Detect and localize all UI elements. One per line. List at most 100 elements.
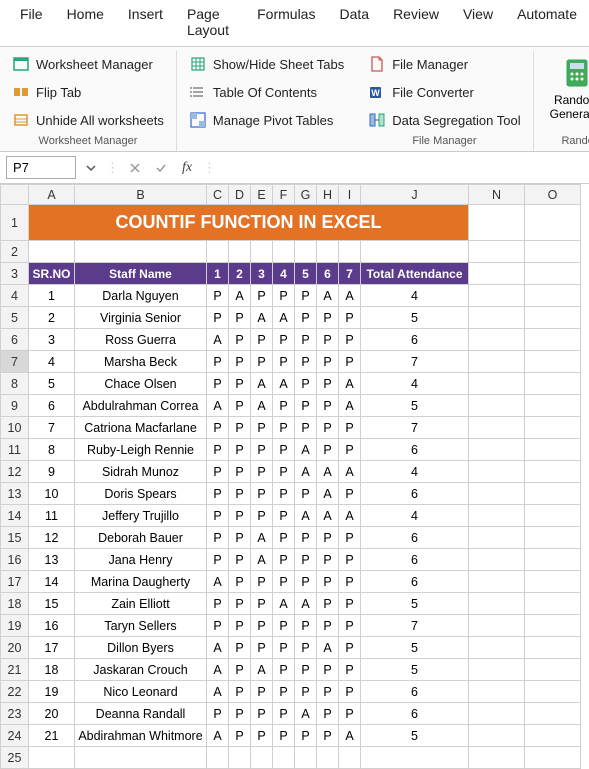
total-cell[interactable]: 4 xyxy=(361,505,469,527)
row-header-8[interactable]: 8 xyxy=(1,373,29,395)
cell[interactable] xyxy=(251,241,273,263)
attendance-cell[interactable]: P xyxy=(251,417,273,439)
srno-cell[interactable]: 20 xyxy=(29,703,75,725)
attendance-cell[interactable]: A xyxy=(207,681,229,703)
attendance-cell[interactable]: P xyxy=(251,681,273,703)
cell[interactable] xyxy=(525,285,581,307)
attendance-cell[interactable]: A xyxy=(207,637,229,659)
attendance-cell[interactable]: P xyxy=(317,373,339,395)
attendance-cell[interactable]: A xyxy=(273,593,295,615)
attendance-cell[interactable]: P xyxy=(317,725,339,747)
attendance-cell[interactable]: P xyxy=(207,527,229,549)
name-cell[interactable]: Marsha Beck xyxy=(75,351,207,373)
cell[interactable] xyxy=(525,439,581,461)
attendance-cell[interactable]: P xyxy=(317,439,339,461)
col-header-B[interactable]: B xyxy=(75,185,207,205)
cell[interactable] xyxy=(469,725,525,747)
cell[interactable] xyxy=(469,659,525,681)
attendance-cell[interactable]: P xyxy=(207,615,229,637)
row-header-12[interactable]: 12 xyxy=(1,461,29,483)
attendance-cell[interactable]: P xyxy=(229,725,251,747)
cell[interactable] xyxy=(469,395,525,417)
formula-input[interactable] xyxy=(222,157,583,178)
attendance-cell[interactable]: A xyxy=(273,307,295,329)
attendance-cell[interactable]: P xyxy=(207,373,229,395)
name-cell[interactable]: Abdulrahman Correa xyxy=(75,395,207,417)
manage-pivot-tables-button[interactable]: Manage Pivot Tables xyxy=(185,109,348,131)
cell[interactable] xyxy=(525,395,581,417)
srno-cell[interactable]: 8 xyxy=(29,439,75,461)
random-generator-button[interactable]: Random Generator xyxy=(542,53,589,131)
attendance-cell[interactable]: P xyxy=(273,725,295,747)
attendance-cell[interactable]: A xyxy=(251,395,273,417)
col-header-H[interactable]: H xyxy=(317,185,339,205)
srno-cell[interactable]: 14 xyxy=(29,571,75,593)
cell[interactable] xyxy=(469,527,525,549)
attendance-cell[interactable]: P xyxy=(295,549,317,571)
attendance-cell[interactable]: A xyxy=(251,549,273,571)
row-header-17[interactable]: 17 xyxy=(1,571,29,593)
menu-data[interactable]: Data xyxy=(327,2,381,42)
row-header-19[interactable]: 19 xyxy=(1,615,29,637)
total-cell[interactable]: 5 xyxy=(361,593,469,615)
attendance-cell[interactable]: A xyxy=(317,285,339,307)
cell[interactable] xyxy=(339,241,361,263)
attendance-cell[interactable]: P xyxy=(229,593,251,615)
header-total[interactable]: Total Attendance xyxy=(361,263,469,285)
attendance-cell[interactable]: P xyxy=(317,659,339,681)
attendance-cell[interactable]: A xyxy=(207,725,229,747)
attendance-cell[interactable]: P xyxy=(207,461,229,483)
attendance-cell[interactable]: P xyxy=(339,615,361,637)
attendance-cell[interactable]: P xyxy=(339,439,361,461)
attendance-cell[interactable]: P xyxy=(317,681,339,703)
cell[interactable] xyxy=(525,205,581,241)
row-header-13[interactable]: 13 xyxy=(1,483,29,505)
file-manager-button[interactable]: File Manager xyxy=(364,53,524,75)
srno-cell[interactable]: 11 xyxy=(29,505,75,527)
row-header-9[interactable]: 9 xyxy=(1,395,29,417)
srno-cell[interactable]: 3 xyxy=(29,329,75,351)
cell[interactable] xyxy=(339,747,361,769)
attendance-cell[interactable]: P xyxy=(317,351,339,373)
attendance-cell[interactable]: P xyxy=(339,659,361,681)
attendance-cell[interactable]: P xyxy=(295,637,317,659)
select-all-corner[interactable] xyxy=(1,185,29,205)
cell[interactable] xyxy=(317,241,339,263)
attendance-cell[interactable]: A xyxy=(339,285,361,307)
attendance-cell[interactable]: P xyxy=(273,395,295,417)
attendance-cell[interactable]: P xyxy=(273,549,295,571)
attendance-cell[interactable]: P xyxy=(273,681,295,703)
row-header-20[interactable]: 20 xyxy=(1,637,29,659)
attendance-cell[interactable]: A xyxy=(207,571,229,593)
attendance-cell[interactable]: P xyxy=(339,417,361,439)
attendance-cell[interactable]: P xyxy=(229,483,251,505)
attendance-cell[interactable]: P xyxy=(251,329,273,351)
cell[interactable] xyxy=(469,461,525,483)
name-cell[interactable]: Abdirahman Whitmore xyxy=(75,725,207,747)
col-header-E[interactable]: E xyxy=(251,185,273,205)
name-cell[interactable]: Chace Olsen xyxy=(75,373,207,395)
attendance-cell[interactable]: A xyxy=(273,373,295,395)
srno-cell[interactable]: 21 xyxy=(29,725,75,747)
srno-cell[interactable]: 13 xyxy=(29,549,75,571)
attendance-cell[interactable]: P xyxy=(273,329,295,351)
col-header-O[interactable]: O xyxy=(525,185,581,205)
cell[interactable] xyxy=(361,241,469,263)
name-cell[interactable]: Zain Elliott xyxy=(75,593,207,615)
cell[interactable] xyxy=(469,373,525,395)
attendance-cell[interactable]: P xyxy=(207,351,229,373)
cell[interactable] xyxy=(525,505,581,527)
title-cell[interactable]: COUNTIF FUNCTION IN EXCEL xyxy=(29,205,469,241)
header-day-6[interactable]: 6 xyxy=(317,263,339,285)
attendance-cell[interactable]: P xyxy=(339,637,361,659)
row-header-21[interactable]: 21 xyxy=(1,659,29,681)
cell[interactable] xyxy=(229,747,251,769)
attendance-cell[interactable]: P xyxy=(295,307,317,329)
row-header-16[interactable]: 16 xyxy=(1,549,29,571)
menu-file[interactable]: File xyxy=(8,2,55,42)
row-header-3[interactable]: 3 xyxy=(1,263,29,285)
cell[interactable] xyxy=(525,703,581,725)
total-cell[interactable]: 7 xyxy=(361,351,469,373)
cell[interactable] xyxy=(75,241,207,263)
attendance-cell[interactable]: P xyxy=(229,615,251,637)
